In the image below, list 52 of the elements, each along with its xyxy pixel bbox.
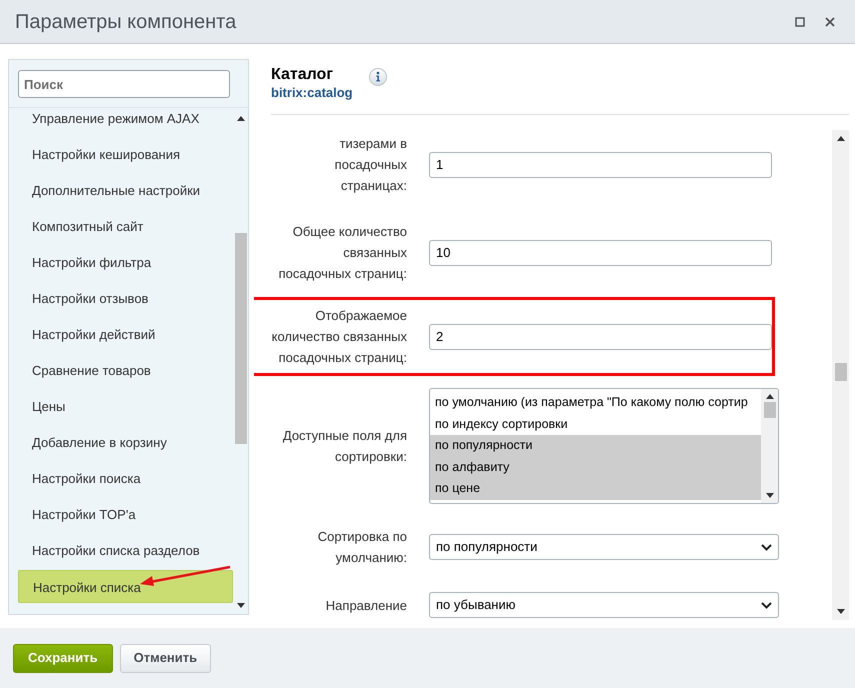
sidebar-item[interactable]: Настройки фильтра [18,246,233,279]
field-label: Направление [326,598,407,612]
sidebar-item[interactable]: Цены [18,390,233,423]
sidebar-item[interactable]: Композитный сайт [18,210,233,243]
info-icon[interactable] [368,68,387,86]
scrollbar[interactable] [832,130,849,620]
field-label: Сортировка по умолчанию: [318,529,407,565]
sidebar-item[interactable]: Настройки кеширования [18,138,233,171]
scrollbar-thumb[interactable] [834,363,846,381]
cancel-button[interactable]: Отменить [120,644,212,672]
list-option[interactable]: по популярности [430,435,761,456]
list-option[interactable]: по умолчанию (из параметра "По какому полю сортир [430,392,761,414]
maximize-icon[interactable] [795,16,805,26]
chevron-down-icon [761,602,772,608]
component-title: Каталог [271,65,334,85]
scroll-up-icon[interactable] [236,116,244,121]
field-label: Отображаемое количество связанных посадочных страниц: [272,308,407,365]
sidebar-item[interactable]: Настройки списка разделов [18,534,233,567]
sidebar-item[interactable]: Управление режимом AJAX [18,102,233,135]
sidebar-item[interactable]: Добавление в корзину [18,426,233,459]
scroll-up-icon[interactable] [766,394,774,399]
sidebar-item[interactable]: Настройки TOP'а [18,498,233,531]
multi-select-list[interactable]: по умолчанию (из параметра "По какому полю сортир по индексу сортировки по популярности по алфавиту по цене [429,388,779,504]
scroll-down-icon[interactable] [236,603,244,608]
field-label: Доступные поля для сортировки: [282,428,407,464]
list-option[interactable]: по алфавиту [430,456,761,478]
search-field[interactable]: Поиск [18,70,230,98]
component-code: bitrix:catalog [271,85,353,101]
window-title: Параметры компонента [15,10,236,34]
scroll-down-icon[interactable] [836,609,844,614]
text-field[interactable]: 1 [429,152,772,178]
field-label: Общее количество связанных посадочных страниц: [278,224,407,281]
text-field[interactable]: 10 [429,240,772,266]
list-option[interactable]: по индексу сортировки [430,414,761,435]
scroll-down-icon[interactable] [766,493,774,498]
text-field[interactable]: 2 [429,324,772,350]
scrollbar-thumb[interactable] [764,402,776,418]
chevron-down-icon [761,544,772,550]
sidebar-item[interactable]: Настройки поиска [18,462,233,495]
select-field[interactable]: по убыванию [429,592,779,618]
scrollbar[interactable] [761,389,778,503]
close-icon[interactable] [825,16,835,26]
select-field[interactable]: по популярности [429,534,779,560]
sidebar-item[interactable]: Сравнение товаров [18,354,233,387]
sidebar-item[interactable]: Настройки отзывов [18,282,233,315]
sidebar-item[interactable]: Настройки действий [18,318,233,351]
sidebar-item[interactable]: Настройки списка [18,570,233,603]
scrollbar-thumb[interactable] [234,233,246,444]
field-label: тизерами в посадочных страницах: [334,136,407,193]
scroll-up-icon[interactable] [836,136,844,141]
sidebar-item[interactable]: Дополнительные настройки [18,174,233,207]
list-option[interactable]: по цене [430,478,761,500]
